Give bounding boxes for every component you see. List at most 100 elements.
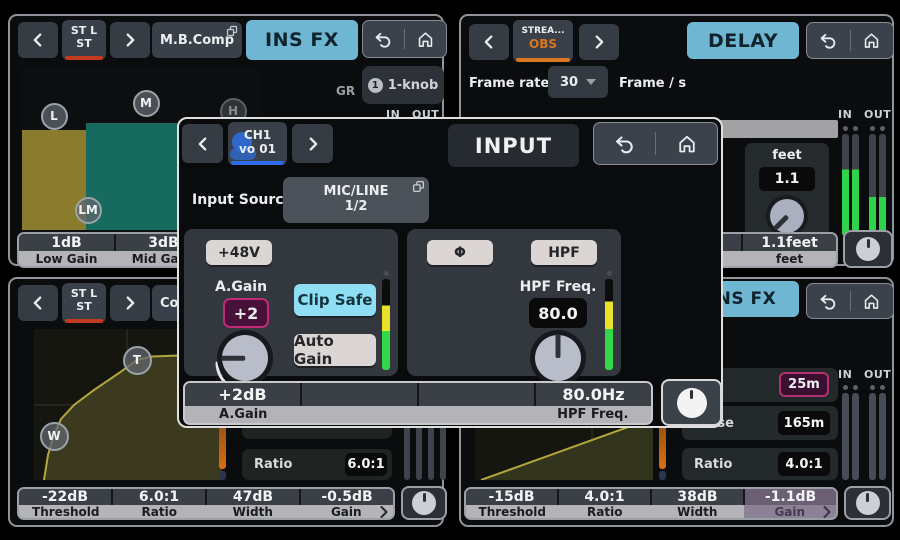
meter-peak-dot xyxy=(384,271,389,276)
channel-select-button[interactable]: ST L ST xyxy=(62,20,106,60)
band-handle-mid[interactable]: M xyxy=(133,90,160,117)
one-knob-label: 1-knob xyxy=(388,78,439,93)
tab-label: DELAY xyxy=(708,30,778,52)
next-channel-button[interactable] xyxy=(110,285,150,321)
param-bar: -15dB 4.0:1 38dB -1.1dB Threshold Ratio … xyxy=(464,487,838,520)
again-value[interactable]: +2 xyxy=(223,298,269,328)
home-button[interactable] xyxy=(861,30,882,51)
delay-knob[interactable] xyxy=(770,199,804,233)
in-meter-l xyxy=(842,393,849,480)
home-icon xyxy=(861,291,882,312)
back-button[interactable] xyxy=(373,29,394,50)
hpf-button[interactable]: HPF xyxy=(531,240,597,265)
param-label: Low Gain xyxy=(19,251,114,266)
hpf-freq-value[interactable]: 80.0 xyxy=(529,298,587,328)
out-label: OUT xyxy=(864,108,891,121)
input-source-button[interactable]: MIC/LINE 1/2 xyxy=(283,177,429,223)
delay-param-value[interactable]: 25m xyxy=(779,372,829,397)
back-button[interactable] xyxy=(818,291,839,312)
next-channel-button[interactable] xyxy=(110,22,150,58)
gain-reduction-meter-base xyxy=(659,471,666,480)
param-value[interactable]: 1.1feet xyxy=(743,234,836,251)
input-level-meter xyxy=(382,279,390,370)
more-params-chevron-icon[interactable] xyxy=(823,506,831,518)
touch-knob-icon xyxy=(856,237,880,261)
touch-knob-tile[interactable] xyxy=(843,230,893,268)
touch-knob-tile[interactable] xyxy=(661,379,722,426)
input-source-value: MIC/LINE xyxy=(283,184,429,199)
param-value[interactable] xyxy=(419,383,534,406)
param-value-gain-selected[interactable]: -1.1dB xyxy=(745,489,836,505)
one-knob-button[interactable]: 1 1-knob xyxy=(362,66,444,104)
home-button[interactable] xyxy=(861,291,882,312)
param-bar: +2dB 80.0Hz A.Gain HPF Freq. xyxy=(183,381,653,425)
prev-channel-button[interactable] xyxy=(469,24,509,60)
channel-select-button[interactable]: CH1 vo 01 xyxy=(228,122,287,165)
ratio-value[interactable]: 6.0:1 xyxy=(345,453,387,476)
band-handle-lowmid[interactable]: LM xyxy=(75,197,102,224)
analog-gain-section: +48V A.Gain +2 Clip Safe Auto Gain xyxy=(184,229,398,376)
chevron-right-icon xyxy=(590,33,608,51)
tab-delay[interactable]: DELAY xyxy=(687,22,799,59)
threshold-handle[interactable]: T xyxy=(123,346,152,375)
param-value-gain[interactable]: -0.5dB xyxy=(301,489,393,505)
param-value-threshold[interactable]: -22dB xyxy=(19,489,111,505)
param-value[interactable] xyxy=(302,383,417,406)
touch-knob-tile[interactable] xyxy=(844,486,891,520)
feet-value[interactable]: 1.1 xyxy=(759,167,815,191)
channel-select-button[interactable]: ST L ST xyxy=(62,283,106,323)
band-handle-label: H xyxy=(228,104,238,118)
prev-channel-button[interactable] xyxy=(18,285,58,321)
channel-name: ST L xyxy=(62,24,106,37)
phantom-power-button[interactable]: +48V xyxy=(206,240,272,265)
param-label: Ratio xyxy=(113,505,207,519)
in-meter-r xyxy=(852,134,859,236)
release-value[interactable]: 165m xyxy=(778,411,830,435)
nav-divider xyxy=(655,132,656,156)
band-handle-low[interactable]: L xyxy=(41,103,68,130)
home-button[interactable] xyxy=(675,132,699,156)
ratio-value[interactable]: 4.0:1 xyxy=(778,452,830,476)
more-params-chevron-icon[interactable] xyxy=(380,506,388,518)
param-value[interactable]: 1dB xyxy=(19,234,114,251)
frame-rate-dropdown[interactable]: 30 xyxy=(548,66,608,98)
channel-name: ST L xyxy=(62,287,106,300)
param-value-threshold[interactable]: -15dB xyxy=(466,489,557,505)
delay-value-panel: feet 1.1 xyxy=(745,143,829,239)
tab-ins-fx[interactable]: INS FX xyxy=(246,20,358,60)
undo-icon xyxy=(818,291,839,312)
phase-button[interactable]: Φ xyxy=(427,240,493,265)
param-value-ratio[interactable]: 4.0:1 xyxy=(559,489,650,505)
prev-channel-button[interactable] xyxy=(182,124,223,163)
touch-knob-tile[interactable] xyxy=(401,486,447,520)
width-handle[interactable]: W xyxy=(40,422,69,451)
undo-icon xyxy=(818,30,839,51)
prev-channel-button[interactable] xyxy=(18,22,58,58)
clip-safe-button[interactable]: Clip Safe xyxy=(294,284,376,316)
hpf-freq-knob[interactable] xyxy=(535,335,581,381)
param-value-ratio[interactable]: 6.0:1 xyxy=(113,489,205,505)
auto-gain-button[interactable]: Auto Gain xyxy=(294,334,376,366)
param-label: HPF Freq. xyxy=(535,406,652,423)
param-value-again[interactable]: +2dB xyxy=(185,383,300,406)
preset-name-button[interactable]: M.B.Comp xyxy=(152,22,242,58)
channel-select-button[interactable]: STREA... OBS xyxy=(513,20,573,62)
gr-label: GR xyxy=(336,84,355,98)
chevron-left-icon xyxy=(29,294,47,312)
nav-box xyxy=(362,20,447,58)
next-channel-button[interactable] xyxy=(292,124,333,163)
param-label xyxy=(418,406,535,423)
meter-peak-dot xyxy=(870,126,875,131)
band-handle-label: LM xyxy=(78,203,98,217)
back-button[interactable] xyxy=(818,30,839,51)
param-value-hpf-freq[interactable]: 80.0Hz xyxy=(536,383,651,406)
input-dialog: CH1 vo 01 INPUT Input Source MIC/LINE 1/… xyxy=(177,117,723,428)
param-value-width[interactable]: 38dB xyxy=(652,489,743,505)
meter-peak-dot xyxy=(880,126,885,131)
param-value-width[interactable]: 47dB xyxy=(207,489,299,505)
next-channel-button[interactable] xyxy=(579,24,619,60)
home-button[interactable] xyxy=(415,29,436,50)
meter-peak-dot xyxy=(853,385,858,390)
back-button[interactable] xyxy=(613,132,637,156)
again-knob[interactable] xyxy=(222,335,268,381)
